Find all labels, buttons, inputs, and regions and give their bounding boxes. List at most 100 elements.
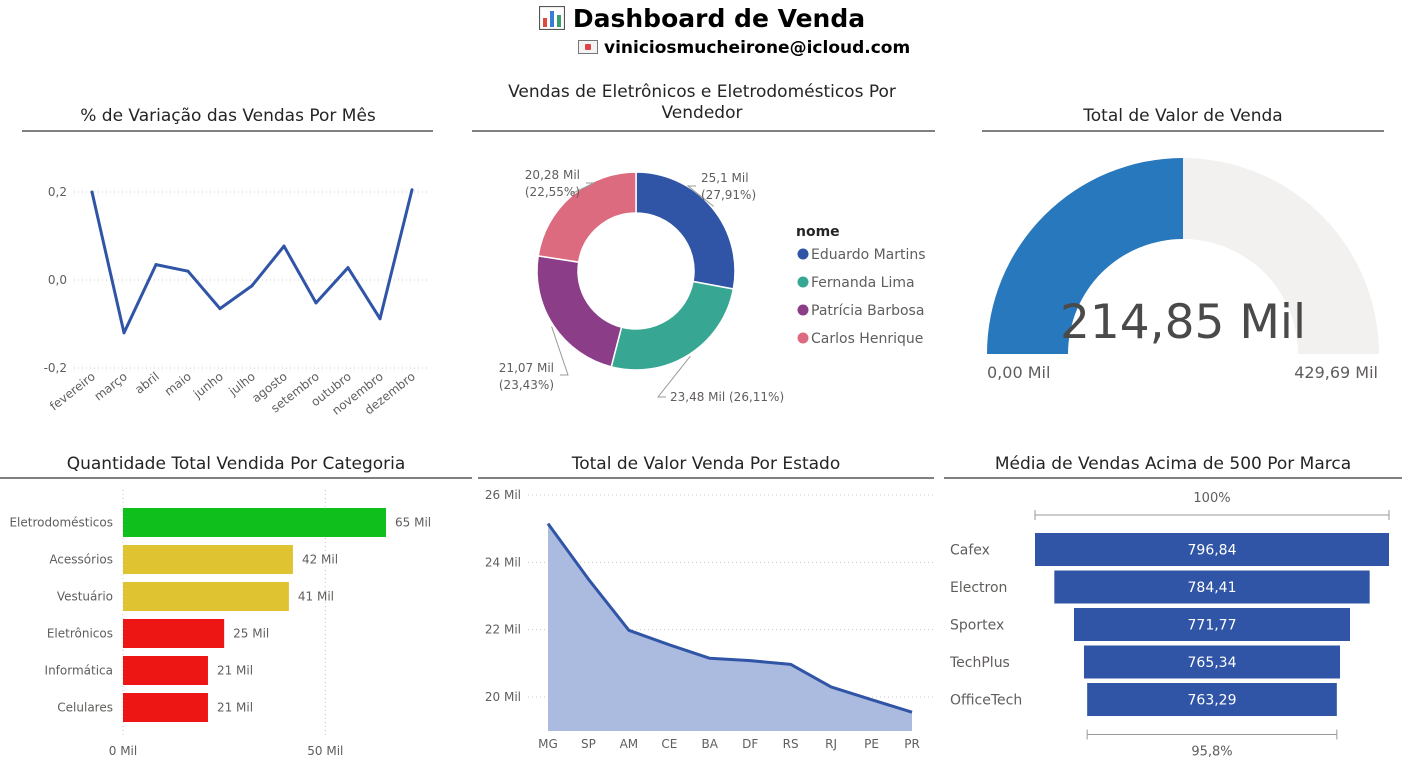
line-point bbox=[282, 244, 286, 248]
area-ytick-label: 22 Mil bbox=[485, 623, 521, 637]
area-xtick-label: PE bbox=[864, 737, 879, 751]
donut-legend-marker bbox=[797, 248, 809, 260]
donut-chart-title-rule bbox=[472, 130, 935, 132]
donut-data-label: 23,48 Mil (26,11%) bbox=[670, 390, 784, 404]
bar bbox=[123, 656, 208, 685]
area-ytick-label: 26 Mil bbox=[485, 488, 521, 502]
funnel-top-label: 100% bbox=[1193, 491, 1230, 506]
bar-xtick-label: 0 Mil bbox=[109, 744, 137, 758]
donut-data-label: 20,28 Mil bbox=[525, 168, 580, 182]
bar-chart-icon bbox=[538, 5, 565, 31]
bar-data-label: 41 Mil bbox=[298, 590, 334, 604]
line-point bbox=[410, 188, 414, 192]
donut-slice bbox=[610, 280, 735, 371]
line-xtick-label: fevereiro bbox=[47, 369, 98, 413]
bar-data-label: 21 Mil bbox=[217, 664, 253, 678]
funnel-category-label: OfficeTech bbox=[950, 693, 1022, 709]
line-xtick-label: maio bbox=[162, 369, 194, 398]
donut-legend-title: nome bbox=[796, 224, 840, 240]
line-series bbox=[90, 189, 414, 335]
bar-category-label: Eletrônicos bbox=[47, 627, 113, 641]
line-point bbox=[186, 269, 190, 273]
line-point bbox=[378, 317, 382, 321]
bar-category-label: Vestuário bbox=[57, 590, 113, 604]
donut-data-label: 25,1 Mil bbox=[701, 171, 749, 185]
line-xtick-label: abril bbox=[132, 369, 162, 396]
gauge-min-label: 0,00 Mil bbox=[987, 363, 1050, 382]
brand-funnel-title: Média de Vendas Acima de 500 Por Marca bbox=[994, 454, 1352, 474]
bar bbox=[123, 619, 225, 648]
funnel-data-label: 771,77 bbox=[1188, 618, 1237, 634]
line-chart: -0,20,00,2fevereiromarço abril maiojunho ju… bbox=[44, 185, 428, 418]
bar-data-label: 42 Mil bbox=[302, 553, 338, 567]
funnel-category-label: Electron bbox=[950, 580, 1007, 596]
bar-category-label: Eletrodomésticos bbox=[9, 516, 113, 530]
area-xtick-label: CE bbox=[661, 737, 677, 751]
bar bbox=[123, 693, 208, 722]
dashboard-title: Dashboard de Venda bbox=[0, 4, 1404, 33]
line-point bbox=[154, 263, 158, 267]
dashboard-title-text: Dashboard de Venda bbox=[572, 4, 866, 33]
bar-data-label: 65 Mil bbox=[395, 516, 431, 530]
bar-category-label: Acessórios bbox=[49, 553, 113, 567]
funnel-data-label: 796,84 bbox=[1188, 543, 1237, 559]
line-point bbox=[218, 307, 222, 311]
gauge-title-rule bbox=[982, 130, 1384, 132]
bar-category-label: Celulares bbox=[57, 701, 113, 715]
gauge-value-label: 214,85 Mil bbox=[1060, 295, 1306, 350]
state-area-title-rule bbox=[478, 477, 934, 479]
area-ytick-label: 24 Mil bbox=[485, 555, 521, 569]
donut-legend-label: Fernanda Lima bbox=[811, 275, 915, 291]
gauge-title: Total de Valor de Venda bbox=[1083, 106, 1283, 126]
area-xtick-label: PR bbox=[904, 737, 920, 751]
donut-chart: 25,1 Mil (27,91%) 23,48 Mil (26,11%) 21,07 … bbox=[499, 168, 926, 404]
funnel-category-label: TechPlus bbox=[949, 655, 1010, 671]
funnel-data-label: 763,29 bbox=[1188, 693, 1237, 709]
donut-legend-marker bbox=[797, 304, 809, 316]
bar bbox=[123, 508, 386, 537]
donut-slice bbox=[536, 254, 623, 368]
gauge-chart: 214,85 Mil 0,00 Mil 429,69 Mil bbox=[987, 158, 1379, 382]
envelope-icon bbox=[578, 40, 598, 54]
line-chart-title: % de Variação das Vendas Por Mês bbox=[80, 106, 376, 126]
area-xtick-label: RJ bbox=[825, 737, 837, 751]
donut-data-label-pct: (23,43%) bbox=[499, 378, 554, 392]
line-chart-title-rule bbox=[22, 130, 433, 132]
funnel-bottom-label: 95,8% bbox=[1191, 745, 1232, 760]
line-point bbox=[250, 284, 254, 288]
donut-legend-label: Carlos Henrique bbox=[811, 331, 923, 347]
brand-funnel-chart: 100% Cafex 796,84 Electron 784,41 Sportex 771,… bbox=[949, 491, 1390, 760]
category-bar-title-rule bbox=[0, 477, 472, 479]
area-xtick-label: BA bbox=[702, 737, 719, 751]
bar-category-label: Informática bbox=[45, 664, 113, 678]
funnel-data-label: 765,34 bbox=[1188, 655, 1237, 671]
bar bbox=[123, 545, 293, 574]
donut-legend-marker bbox=[797, 332, 809, 344]
author-email: viniciosmucheirone@icloud.com bbox=[578, 38, 910, 58]
state-area-chart: 20 Mil 22 Mil 24 Mil 26 Mil MG SP AM CE BA DF RS RJ… bbox=[485, 488, 934, 751]
line-ytick-label: -0,2 bbox=[44, 361, 67, 375]
author-email-text: viniciosmucheirone@icloud.com bbox=[604, 38, 911, 58]
category-bar-title: Quantidade Total Vendida Por Categoria bbox=[66, 454, 406, 474]
line-point bbox=[314, 301, 318, 305]
line-ytick-label: 0,0 bbox=[48, 273, 67, 287]
line-point bbox=[122, 331, 126, 335]
bar bbox=[123, 582, 289, 611]
donut-data-label-pct: (22,55%) bbox=[525, 185, 580, 199]
line-xtick-label: março bbox=[92, 369, 130, 403]
donut-data-label-pct: (27,91%) bbox=[701, 188, 756, 202]
funnel-category-label: Sportex bbox=[950, 618, 1004, 634]
area-fill bbox=[548, 523, 912, 731]
category-bar-chart: 0 Mil 50 Mil Eletrodomésticos 65 Mil Acessór… bbox=[9, 490, 431, 758]
gauge-max-label: 429,69 Mil bbox=[1294, 363, 1378, 382]
bar-xtick-label: 50 Mil bbox=[307, 744, 343, 758]
donut-legend-marker bbox=[797, 276, 809, 288]
bar-data-label: 25 Mil bbox=[233, 627, 269, 641]
donut-chart-title: Vendas de Eletrônicos e Eletrodomésticos… bbox=[508, 82, 896, 123]
donut-data-label: 21,07 Mil bbox=[499, 361, 554, 375]
area-xtick-label: MG bbox=[538, 737, 558, 751]
area-xtick-label: AM bbox=[620, 737, 639, 751]
funnel-data-label: 784,41 bbox=[1188, 580, 1237, 596]
donut-legend-label: Eduardo Martins bbox=[811, 247, 926, 263]
bar-data-label: 21 Mil bbox=[217, 701, 253, 715]
